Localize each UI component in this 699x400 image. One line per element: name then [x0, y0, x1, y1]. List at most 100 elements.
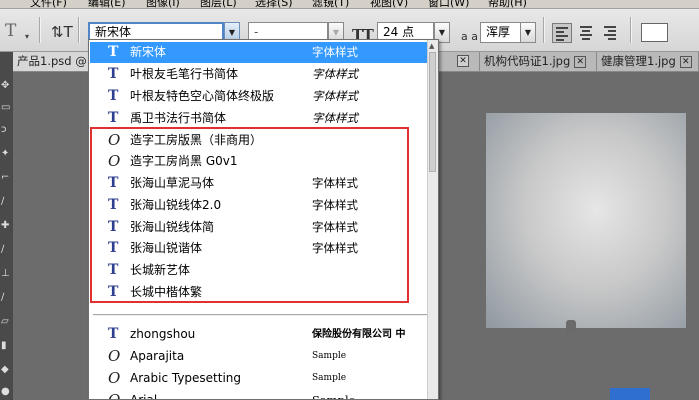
font-name: 叶根友毛笔行书简体 — [130, 67, 239, 81]
font-name: 张海山锐谐体 — [130, 241, 203, 255]
menu-select[interactable]: 选择(S) — [255, 0, 293, 8]
font-item[interactable]: T 长城新艺体 — [90, 260, 437, 281]
align-left-button[interactable] — [552, 23, 572, 43]
truetype-icon: T — [108, 66, 119, 82]
menu-layer[interactable]: 图层(L) — [200, 0, 237, 8]
stamp-tool-icon[interactable]: ⊥ — [1, 268, 10, 279]
toolbox: ✥ ▭ ↄ ✦ ⌐ ∕ ✚ ∕ ⊥ ∕ ▱ ▮ ◆ ● — [0, 52, 13, 400]
brush-tool-icon[interactable]: ∕ — [1, 244, 4, 255]
font-item[interactable]: T 张海山草泥马体 字体样式 — [90, 173, 437, 194]
font-item[interactable]: T 叶根友特色空心简体终极版 字体样式 — [90, 86, 437, 107]
antialias-dropdown-button[interactable]: ▼ — [520, 22, 536, 43]
menu-help[interactable]: 帮助(H) — [488, 0, 527, 8]
font-item[interactable]: T zhongshou 保险股份有限公司 中 — [90, 324, 437, 345]
font-name: Arabic Typesetting — [130, 371, 242, 385]
magic-wand-tool-icon[interactable]: ✦ — [1, 148, 9, 159]
font-item[interactable]: O 造字工房尚黑 G0v1 — [90, 151, 437, 172]
document-image — [486, 113, 686, 328]
align-center-button[interactable] — [577, 23, 597, 43]
tool-preset-caret-icon[interactable]: ▾ — [25, 32, 29, 41]
type-tool-icon[interactable]: T — [5, 21, 16, 41]
image-detail — [610, 388, 650, 400]
font-sample: Sample — [312, 373, 347, 383]
text-orientation-icon[interactable]: ⇅T — [51, 23, 73, 41]
font-item[interactable]: T 张海山锐谐体 字体样式 — [90, 238, 437, 259]
font-name: 张海山草泥马体 — [130, 176, 215, 190]
truetype-icon: T — [108, 197, 119, 213]
truetype-icon: T — [108, 326, 119, 342]
menu-view[interactable]: 视图(V) — [370, 0, 408, 8]
menu-bar: 文件(F) 编辑(E) 图像(I) 图层(L) 选择(S) 滤镜(T) 视图(V… — [0, 0, 699, 9]
eraser-tool-icon[interactable]: ▱ — [1, 316, 9, 327]
history-brush-tool-icon[interactable]: ∕ — [1, 292, 4, 303]
opentype-icon: O — [108, 391, 121, 400]
font-sample: 字体样式 — [312, 111, 358, 125]
font-sample: 字体样式 — [312, 67, 358, 81]
font-item[interactable]: T 禹卫书法行书简体 字体样式 — [90, 108, 437, 129]
font-name: 叶根友特色空心简体终极版 — [130, 89, 275, 103]
lasso-tool-icon[interactable]: ↄ — [1, 124, 7, 135]
align-right-button[interactable] — [601, 23, 621, 43]
opentype-icon: O — [108, 131, 121, 149]
font-sample: 字体样式 — [312, 198, 358, 212]
font-name: 造字工房版黑（非商用） — [130, 133, 263, 147]
menu-edit[interactable]: 编辑(E) — [88, 0, 126, 8]
healing-tool-icon[interactable]: ✚ — [1, 220, 9, 231]
font-name: Arial — [130, 393, 158, 400]
font-item[interactable]: O Arial Sample — [90, 390, 437, 400]
menu-file[interactable]: 文件(F) — [30, 0, 67, 8]
tab-health-jpg[interactable]: 健康管理1.jpg ✕ — [597, 52, 699, 71]
menu-filter[interactable]: 滤镜(T) — [312, 0, 349, 8]
opentype-icon: O — [108, 347, 121, 365]
font-name: 长城中楷体繁 — [130, 285, 203, 299]
menu-image[interactable]: 图像(I) — [146, 0, 180, 8]
font-item[interactable]: T 张海山锐线体简 字体样式 — [90, 217, 437, 238]
image-detail — [566, 320, 576, 334]
menu-window[interactable]: 窗口(W) — [428, 0, 469, 8]
antialias-select[interactable]: 浑厚 — [480, 22, 522, 43]
scrollbar-thumb[interactable] — [429, 52, 436, 172]
font-item[interactable]: T 张海山锐线体2.0 字体样式 — [90, 195, 437, 216]
truetype-icon: T — [108, 219, 119, 235]
tab-product-psd[interactable]: 产品1.psd @ — [13, 52, 95, 71]
font-item[interactable]: O Aparajita Sample — [90, 346, 437, 367]
gradient-tool-icon[interactable]: ▮ — [1, 340, 7, 351]
font-sample: 字体样式 — [312, 241, 358, 255]
font-name: Aparajita — [130, 349, 185, 363]
font-name: 长城新艺体 — [130, 263, 191, 277]
text-color-swatch[interactable] — [641, 23, 668, 42]
font-sample: 字体样式 — [312, 176, 358, 190]
font-list-scrollbar[interactable]: ▲ — [427, 40, 438, 399]
close-icon[interactable]: ✕ — [574, 55, 587, 68]
font-name: 张海山锐线体简 — [130, 220, 215, 234]
opentype-icon: O — [108, 152, 121, 170]
antialias-icon: a a — [461, 30, 478, 43]
font-sample: 字体样式 — [312, 220, 358, 234]
truetype-icon: T — [108, 262, 119, 278]
blur-tool-icon[interactable]: ◆ — [1, 364, 9, 375]
tab-label: 产品1.psd @ — [17, 54, 87, 68]
dodge-tool-icon[interactable]: ● — [1, 386, 10, 397]
font-item[interactable]: T 新宋体 字体样式 — [90, 42, 437, 63]
font-item[interactable]: O Arabic Typesetting Sample — [90, 368, 437, 389]
close-icon[interactable]: ✕ — [679, 55, 692, 68]
marquee-tool-icon[interactable]: ▭ — [1, 102, 10, 113]
close-icon[interactable]: ✕ — [457, 55, 469, 67]
font-sample: 字体样式 — [312, 45, 358, 59]
truetype-icon: T — [108, 175, 119, 191]
font-family-dropdown-list[interactable]: T 新宋体 字体样式 T 叶根友毛笔行书简体 字体样式 T 叶根友特色空心简体终… — [88, 39, 439, 400]
font-sample: Sample — [312, 351, 347, 361]
font-name: 造字工房尚黑 G0v1 — [130, 154, 238, 168]
crop-tool-icon[interactable]: ⌐ — [1, 172, 9, 183]
font-item[interactable]: O 造字工房版黑（非商用） — [90, 130, 437, 151]
divider — [39, 17, 41, 43]
eyedropper-tool-icon[interactable]: ∕ — [1, 196, 4, 207]
font-name: zhongshou — [130, 327, 196, 341]
divider — [630, 17, 632, 43]
move-tool-icon[interactable]: ✥ — [1, 80, 9, 91]
font-item[interactable]: T 长城中楷体繁 — [90, 282, 437, 303]
divider — [543, 17, 545, 43]
tab-org-code-jpg[interactable]: 机构代码证1.jpg ✕ — [479, 52, 597, 71]
scroll-up-icon[interactable]: ▲ — [429, 42, 434, 50]
font-item[interactable]: T 叶根友毛笔行书简体 字体样式 — [90, 64, 437, 85]
